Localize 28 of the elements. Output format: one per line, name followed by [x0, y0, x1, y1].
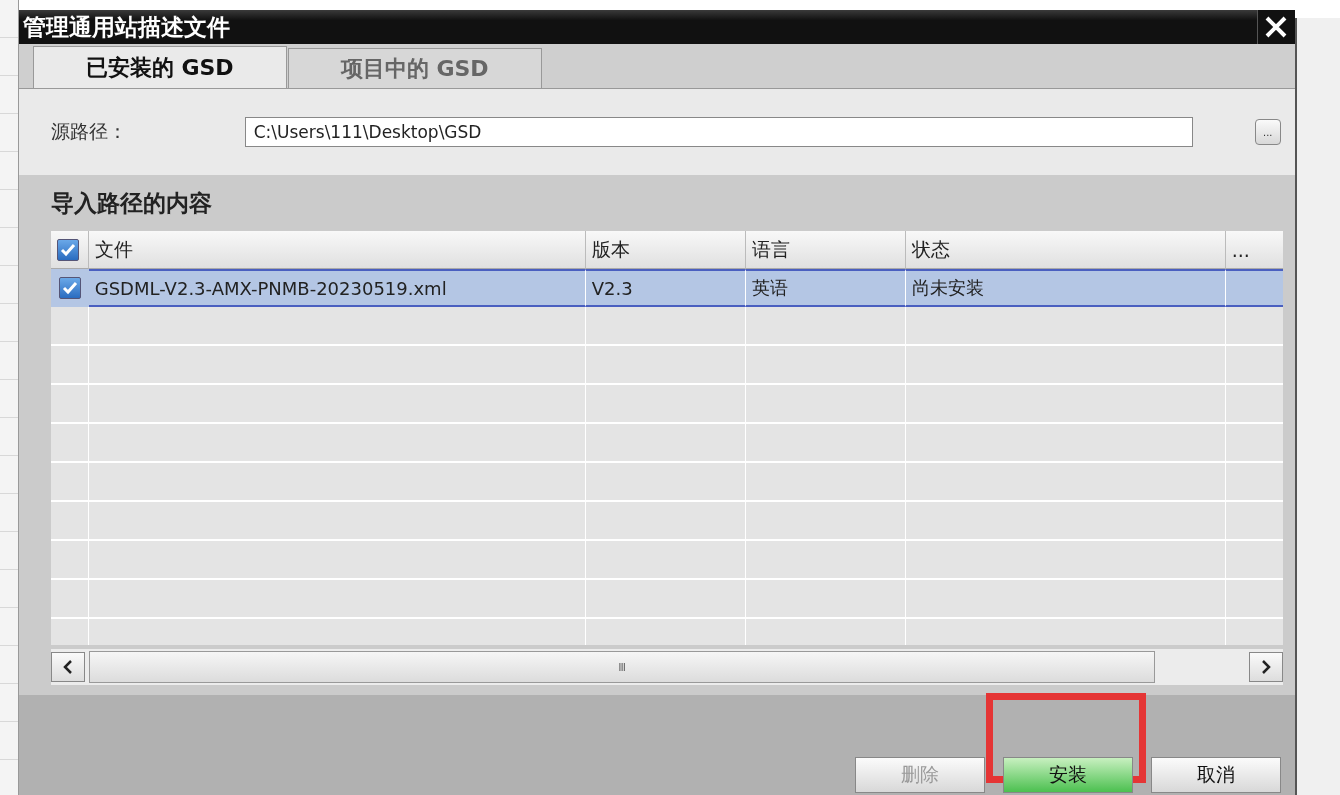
chevron-right-icon	[1260, 660, 1271, 674]
table-cell: V2.3	[585, 269, 746, 307]
column-header[interactable]: ...	[1225, 231, 1283, 269]
dialog-button[interactable]: 取消	[1150, 757, 1281, 793]
dialog-button[interactable]: 安装	[1002, 757, 1133, 793]
column-header[interactable]: 语言	[745, 231, 906, 269]
close-button[interactable]	[1256, 10, 1295, 44]
table-cell: 尚未安装	[905, 269, 1226, 307]
scroll-left-button[interactable]	[50, 652, 85, 682]
browse-button[interactable]: ...	[1254, 119, 1281, 145]
chevron-left-icon	[62, 660, 73, 674]
window-title: 管理通用站描述文件	[21, 11, 230, 42]
column-header[interactable]: 文件	[88, 231, 586, 269]
section-title: 导入路径的内容	[50, 189, 213, 218]
column-header[interactable]: 状态	[905, 231, 1226, 269]
grip-marks: III	[618, 660, 626, 674]
source-path-label: 源路径：	[50, 119, 128, 144]
table-cell: GSDML-V2.3-AMX-PNMB-20230519.xml	[88, 269, 586, 307]
scrollbar-thumb[interactable]: III	[88, 651, 1155, 683]
scroll-right-button[interactable]	[1248, 652, 1283, 682]
tab[interactable]: 已安装的 GSD	[32, 46, 287, 88]
table-cell: 英语	[745, 269, 906, 307]
select-all-checkbox[interactable]	[56, 238, 79, 261]
source-path-field[interactable]: C:\Users\111\Desktop\GSD	[244, 117, 1193, 147]
tab[interactable]: 项目中的 GSD	[287, 48, 542, 88]
column-header[interactable]: 版本	[585, 231, 746, 269]
row-checkbox[interactable]	[58, 277, 81, 299]
close-icon	[1264, 15, 1289, 39]
